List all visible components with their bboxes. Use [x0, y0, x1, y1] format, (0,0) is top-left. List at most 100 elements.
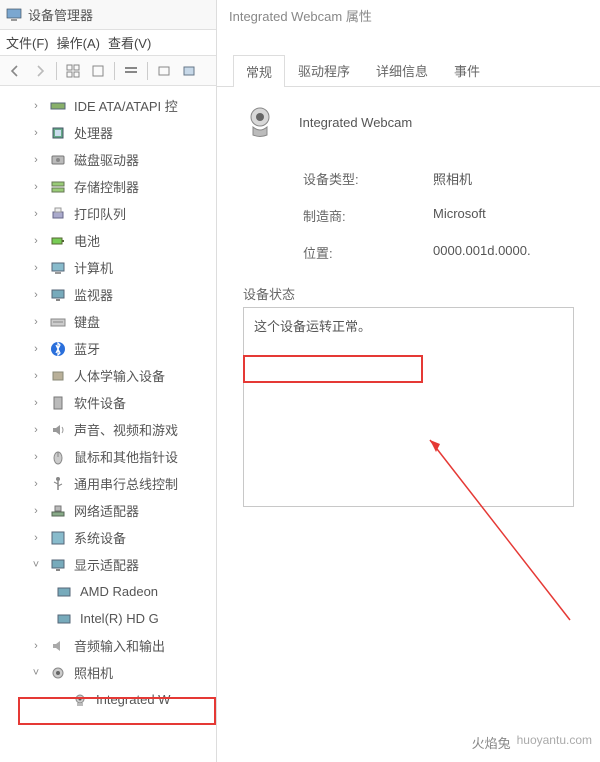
tree-child[interactable]: AMD Radeon [0, 578, 216, 605]
tree-label: 鼠标和其他指针设 [74, 447, 178, 466]
tree-item[interactable]: › 声音、视频和游戏 [0, 416, 216, 443]
expander-icon[interactable]: › [30, 262, 42, 274]
watermark-site: huoyantu.com [517, 733, 592, 752]
forward-button[interactable] [29, 60, 51, 82]
expander-icon[interactable]: › [30, 127, 42, 139]
tree-item[interactable]: ›网络适配器 [0, 497, 216, 524]
menu-file[interactable]: 文件(F) [4, 31, 51, 54]
expander-icon[interactable]: › [30, 478, 42, 490]
tree-item[interactable]: › 电池 [0, 227, 216, 254]
tree-label: 照相机 [74, 663, 113, 682]
tree-label: 音频输入和输出 [74, 636, 165, 655]
tree-label: Integrated W [96, 692, 170, 707]
val-type: 照相机 [433, 169, 472, 188]
tree-item[interactable]: ˅ 照相机 [0, 659, 216, 686]
left-title-text: 设备管理器 [28, 5, 93, 24]
tree-label: 系统设备 [74, 528, 126, 547]
menu-action[interactable]: 操作(A) [55, 31, 102, 54]
tree-label: 计算机 [74, 258, 113, 277]
device-header: Integrated Webcam [243, 105, 574, 139]
label-type: 设备类型: [303, 169, 433, 188]
device-manager-window: 设备管理器 文件(F) 操作(A) 查看(V) ›IDE ATA/A [0, 0, 217, 762]
tab-general[interactable]: 常规 [233, 55, 285, 87]
tb-icon-4[interactable] [153, 60, 175, 82]
tree-item[interactable]: › 音频输入和输出 [0, 632, 216, 659]
disk-icon [50, 152, 66, 168]
val-mfg: Microsoft [433, 206, 486, 225]
expander-icon[interactable]: ˅ [30, 667, 42, 679]
tree-child[interactable]: Integrated W [0, 686, 216, 713]
tree-label: 电池 [74, 231, 100, 250]
tree-label: AMD Radeon [80, 584, 158, 599]
storage-icon [50, 179, 66, 195]
tab-driver[interactable]: 驱动程序 [285, 54, 363, 86]
expander-icon[interactable]: › [30, 154, 42, 166]
tree-item[interactable]: › 蓝牙 [0, 335, 216, 362]
expander-icon[interactable]: › [30, 235, 42, 247]
computer-icon [50, 260, 66, 276]
tree-label: 人体学输入设备 [74, 366, 165, 385]
tree-label: 存储控制器 [74, 177, 139, 196]
menu-view[interactable]: 查看(V) [106, 31, 153, 54]
expander-icon[interactable]: › [30, 451, 42, 463]
tree-label: 软件设备 [74, 393, 126, 412]
tree-item[interactable]: › 存储控制器 [0, 173, 216, 200]
tb-icon-5[interactable] [178, 60, 200, 82]
tree-item[interactable]: › 人体学输入设备 [0, 362, 216, 389]
expander-icon[interactable]: › [30, 343, 42, 355]
mouse-icon [50, 449, 66, 465]
tree-item[interactable]: ˅显示适配器 [0, 551, 216, 578]
tree-child[interactable]: Intel(R) HD G [0, 605, 216, 632]
gpu-icon [56, 611, 72, 627]
expander-icon[interactable]: › [30, 100, 42, 112]
tab-content: Integrated Webcam 设备类型: 照相机 制造商: Microso… [217, 87, 600, 525]
label-loc: 位置: [303, 243, 433, 262]
row-loc: 位置: 0000.001d.0000. [303, 243, 574, 262]
expander-icon[interactable]: › [30, 316, 42, 328]
tree-item[interactable]: › 计算机 [0, 254, 216, 281]
tb-icon-1[interactable] [62, 60, 84, 82]
back-button[interactable] [4, 60, 26, 82]
left-titlebar: 设备管理器 [0, 0, 216, 30]
tree-item[interactable]: ›处理器 [0, 119, 216, 146]
tab-events[interactable]: 事件 [441, 54, 493, 86]
row-type: 设备类型: 照相机 [303, 169, 574, 188]
tree-label: 蓝牙 [74, 339, 100, 358]
expander-icon[interactable]: › [30, 208, 42, 220]
expander-icon[interactable]: › [30, 640, 42, 652]
tb-icon-2[interactable] [87, 60, 109, 82]
tree-item[interactable]: ›通用串行总线控制 [0, 470, 216, 497]
expander-icon[interactable]: › [30, 181, 42, 193]
expander-icon[interactable]: › [30, 424, 42, 436]
val-loc: 0000.001d.0000. [433, 243, 531, 262]
expander-icon[interactable]: ˅ [30, 559, 42, 571]
expander-icon[interactable]: › [30, 370, 42, 382]
sound-icon [50, 638, 66, 654]
tree-item[interactable]: › 鼠标和其他指针设 [0, 443, 216, 470]
row-mfg: 制造商: Microsoft [303, 206, 574, 225]
status-text: 这个设备运转正常。 [254, 319, 371, 334]
expander-icon[interactable]: › [30, 289, 42, 301]
webcam-icon [72, 692, 88, 708]
tree-item[interactable]: ›IDE ATA/ATAPI 控 [0, 92, 216, 119]
audio-icon [50, 422, 66, 438]
expander-icon[interactable]: › [30, 505, 42, 517]
tree-item[interactable]: ›监视器 [0, 281, 216, 308]
status-label: 设备状态 [243, 284, 574, 303]
expander-icon[interactable]: › [30, 397, 42, 409]
battery-icon [50, 233, 66, 249]
system-icon [50, 530, 66, 546]
network-icon [50, 503, 66, 519]
prop-title: Integrated Webcam 属性 [217, 0, 600, 30]
tab-details[interactable]: 详细信息 [363, 54, 441, 86]
tree-item[interactable]: ›键盘 [0, 308, 216, 335]
tree-item[interactable]: ›打印队列 [0, 200, 216, 227]
tree-item[interactable]: ›磁盘驱动器 [0, 146, 216, 173]
expander-icon[interactable]: › [30, 532, 42, 544]
tree-item[interactable]: › 系统设备 [0, 524, 216, 551]
tree-item[interactable]: › 软件设备 [0, 389, 216, 416]
tb-icon-3[interactable] [120, 60, 142, 82]
tree-label: 声音、视频和游戏 [74, 420, 178, 439]
hid-icon [50, 368, 66, 384]
toolbar-sep [56, 62, 57, 80]
